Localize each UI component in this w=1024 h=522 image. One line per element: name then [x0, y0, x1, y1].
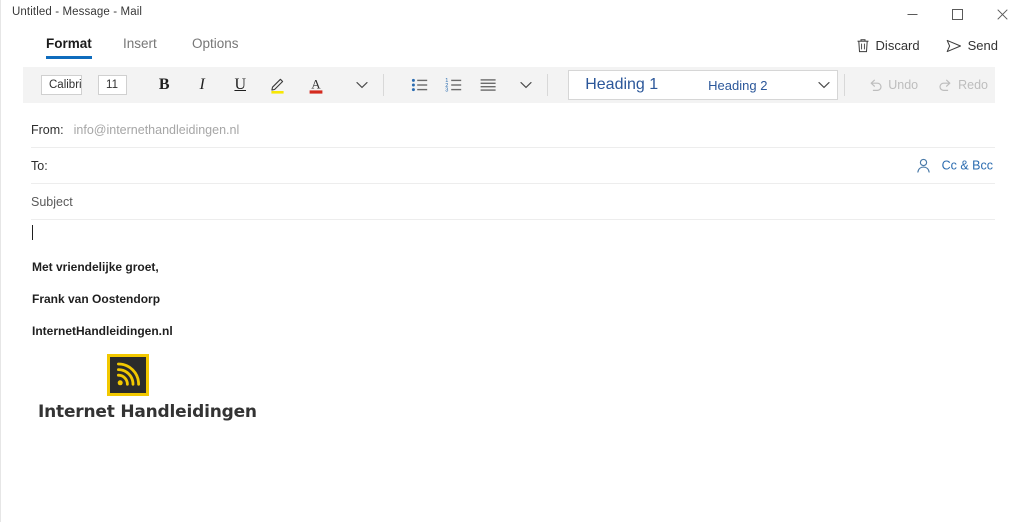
- send-icon: [946, 39, 961, 52]
- minimize-icon: [907, 13, 918, 15]
- discard-button[interactable]: Discard: [852, 35, 924, 56]
- styles-expand-button[interactable]: [811, 81, 837, 89]
- to-label: To:: [31, 158, 48, 173]
- subject-row: Subject: [31, 184, 995, 220]
- close-icon: [997, 8, 1008, 20]
- tab-options[interactable]: Options: [192, 28, 239, 60]
- subject-input[interactable]: [73, 184, 995, 219]
- minimize-button[interactable]: [890, 0, 935, 28]
- undo-redo-group: Undo Redo: [861, 74, 995, 96]
- toolbar-separator: [547, 74, 549, 96]
- from-row: From: info@internethandleidingen.nl: [31, 112, 995, 148]
- bullet-list-button[interactable]: [405, 71, 435, 99]
- rss-signal-icon: [117, 362, 140, 386]
- svg-text:A: A: [312, 77, 322, 92]
- close-button[interactable]: [980, 0, 1024, 28]
- cc-bcc-link[interactable]: Cc & Bcc: [942, 159, 993, 173]
- more-paragraph-options-button[interactable]: [511, 71, 541, 99]
- logo-text: Internet Handleidingen: [38, 402, 257, 422]
- trash-icon: [857, 39, 869, 53]
- font-color-icon: A: [309, 77, 323, 94]
- bold-button[interactable]: B: [149, 71, 179, 99]
- more-font-options-button[interactable]: [347, 71, 377, 99]
- window-title: Untitled - Message - Mail: [12, 6, 143, 18]
- mail-compose-window: Untitled - Message - Mail Format Insert: [0, 0, 1024, 522]
- tab-insert[interactable]: Insert: [123, 28, 157, 60]
- message-body[interactable]: Met vriendelijke groet, Frank van Oosten…: [31, 219, 994, 522]
- toolbar-separator: [383, 74, 385, 96]
- font-size-input[interactable]: 11: [98, 75, 128, 95]
- formatting-toolbar: Calibri (Body) 11 B I U A: [23, 67, 995, 103]
- numbered-list-icon: 1 2 3: [445, 78, 462, 94]
- underline-button[interactable]: U: [225, 71, 255, 99]
- signature-line: Frank van Oostendorp: [32, 292, 161, 306]
- header-actions: Discard Send: [852, 35, 1002, 56]
- send-button[interactable]: Send: [942, 35, 1002, 56]
- bullet-list-icon: [412, 78, 428, 92]
- styles-gallery: Heading 1 Heading 2: [568, 70, 839, 100]
- font-name-input[interactable]: Calibri (Body): [41, 75, 83, 95]
- from-label: From:: [31, 122, 64, 137]
- undo-icon: [870, 79, 882, 91]
- signature-logo: Internet Handleidingen: [38, 354, 257, 422]
- window-controls: [890, 0, 1024, 28]
- signature-line: InternetHandleidingen.nl: [32, 324, 173, 338]
- person-button[interactable]: [915, 157, 932, 174]
- tab-format[interactable]: Format: [46, 28, 92, 60]
- align-button[interactable]: [473, 71, 503, 99]
- align-left-icon: [480, 79, 496, 91]
- text-cursor: [32, 225, 33, 240]
- undo-label: Undo: [888, 78, 919, 92]
- chevron-down-icon: [818, 82, 830, 89]
- maximize-button[interactable]: [935, 0, 980, 28]
- redo-icon: [939, 79, 951, 91]
- italic-button[interactable]: I: [187, 71, 217, 99]
- title-bar: Untitled - Message - Mail: [1, 0, 1024, 28]
- chevron-down-icon: [356, 82, 368, 89]
- compose-fields: From: info@internethandleidingen.nl To: …: [1, 112, 1024, 220]
- redo-button[interactable]: Redo: [931, 74, 995, 96]
- undo-button[interactable]: Undo: [861, 74, 925, 96]
- person-icon: [916, 158, 930, 173]
- chevron-down-icon: [520, 82, 532, 89]
- toolbar-separator: [844, 74, 846, 96]
- maximize-icon: [952, 8, 963, 20]
- to-row: To: Cc & Bcc: [31, 148, 995, 184]
- highlight-button[interactable]: [263, 71, 293, 99]
- signature-line: Met vriendelijke groet,: [32, 260, 159, 274]
- subject-label: Subject: [31, 194, 73, 209]
- style-heading-2[interactable]: Heading 2: [698, 71, 777, 99]
- redo-label: Redo: [958, 78, 988, 92]
- svg-text:3: 3: [445, 88, 448, 94]
- discard-label: Discard: [875, 38, 920, 53]
- highlight-pen-icon: [271, 78, 284, 94]
- font-color-button[interactable]: A: [301, 71, 331, 99]
- to-input[interactable]: [48, 148, 995, 183]
- cc-bcc-group: Cc & Bcc: [915, 157, 993, 174]
- from-value[interactable]: info@internethandleidingen.nl: [74, 123, 240, 137]
- numbered-list-button[interactable]: 1 2 3: [439, 71, 469, 99]
- send-label: Send: [967, 38, 998, 53]
- logo-mark: [107, 354, 149, 396]
- style-heading-1[interactable]: Heading 1: [573, 71, 670, 99]
